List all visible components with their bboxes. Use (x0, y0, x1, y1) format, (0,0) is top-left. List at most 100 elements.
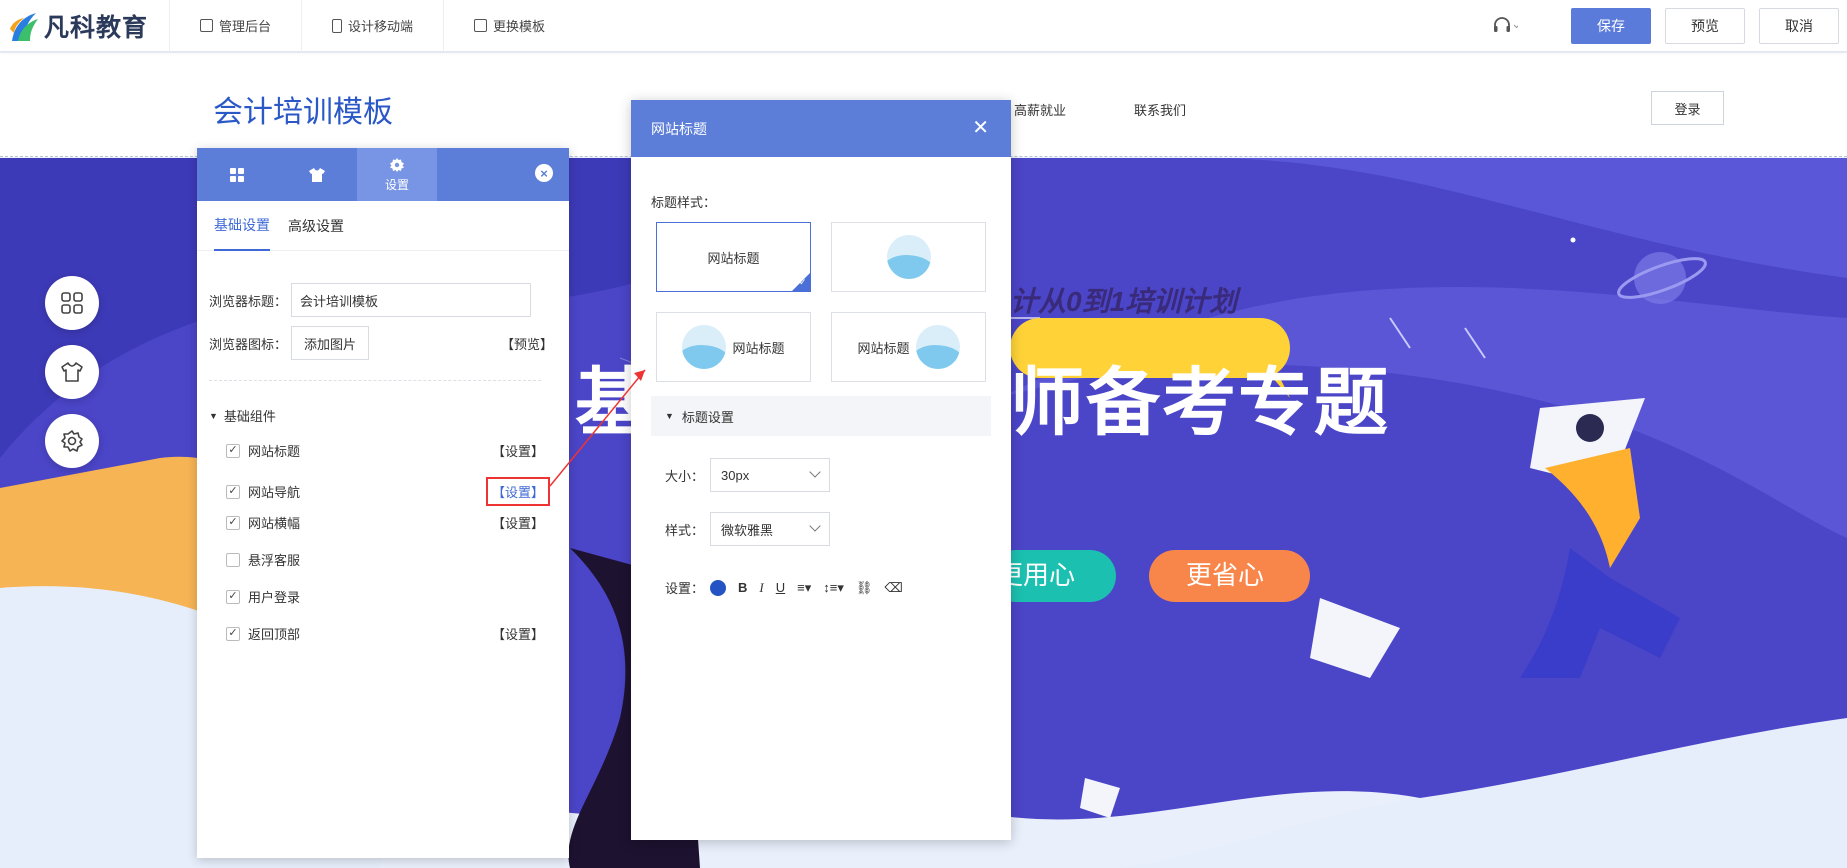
font-value: 微软雅黑 (721, 522, 774, 538)
chevron-down-icon (809, 466, 821, 478)
title-style-text-only[interactable]: 网站标题 (656, 222, 811, 292)
italic-icon[interactable]: I (759, 580, 763, 596)
headset-svg (1494, 16, 1518, 32)
line-height-dropdown-icon[interactable]: ↕≡▾ (823, 580, 844, 596)
underline-icon[interactable]: U (776, 580, 785, 595)
format-label: 设置： (665, 581, 705, 596)
checkbox-user-login[interactable]: ✓ (226, 589, 240, 604)
group-basic-components[interactable]: ▼ 基础组件 (209, 406, 276, 425)
panel-tabs: 设置 × (197, 148, 569, 201)
nav-admin-label: 管理后台 (219, 19, 272, 34)
style-card-label: 网站标题 (857, 340, 910, 356)
link-icon[interactable]: ⛓ (856, 580, 873, 596)
gear-icon (390, 157, 404, 172)
back-to-top-settings-link[interactable]: 【设置】 (492, 624, 544, 643)
checkbox-back-to-top[interactable]: ✓ (226, 626, 240, 641)
component-row-user-login: ✓ 用户登录 (226, 587, 544, 606)
settings-panel: 设置 × 基础设置 高级设置 浏览器标题： 会计培训模板 浏览器图标： 添加图片… (197, 148, 569, 858)
component-row-float-service: 悬浮客服 (226, 550, 544, 569)
align-dropdown-icon[interactable]: ≡▾ (797, 580, 811, 596)
nav-change-template[interactable]: 更换模板 (444, 0, 575, 52)
section-title: 标题设置 (681, 409, 734, 425)
size-value: 30px (721, 467, 750, 483)
title-style-label: 标题样式： (651, 195, 717, 210)
panel-close-icon[interactable]: × (535, 164, 553, 182)
bold-icon[interactable]: B (738, 580, 747, 595)
browser-title-input[interactable]: 会计培训模板 (291, 283, 532, 317)
icon-preview-link[interactable]: 【预览】 (501, 334, 553, 353)
selected-check-icon (792, 273, 810, 291)
title-style-logo-left[interactable]: 网站标题 (656, 312, 811, 382)
checkbox-site-banner[interactable]: ✓ (226, 515, 240, 530)
preview-button[interactable]: 预览 (1665, 7, 1745, 44)
size-select[interactable]: 30px (710, 458, 831, 492)
logo-placeholder-icon (886, 235, 931, 279)
panel-tab-components[interactable] (197, 148, 277, 201)
checkbox-site-nav[interactable]: ✓ (226, 484, 240, 499)
gear-icon (61, 430, 83, 452)
style-card-label: 网站标题 (732, 340, 785, 356)
size-label: 大小： (665, 468, 705, 484)
panel-tab-theme[interactable] (277, 148, 357, 201)
checkbox-site-title[interactable]: ✓ (226, 443, 240, 458)
dialog-title: 网站标题 (651, 120, 707, 137)
component-row-site-nav: ✓ 网站导航 【设置】 (226, 477, 550, 506)
caret-down-icon: ▼ (665, 411, 674, 421)
cancel-button[interactable]: 取消 (1759, 7, 1839, 44)
banner-tagline: 计从0到1培训计划 (1010, 286, 1238, 317)
add-image-button[interactable]: 添加图片 (291, 326, 370, 360)
component-label: 悬浮客服 (248, 553, 301, 568)
nav-admin[interactable]: 管理后台 (170, 0, 303, 52)
logo-placeholder-icon (915, 325, 960, 369)
site-banner-settings-link[interactable]: 【设置】 (492, 513, 544, 532)
site-title-settings-link[interactable]: 【设置】 (492, 441, 544, 460)
logo-text: 凡科教育 (44, 13, 149, 42)
title-style-logo-right[interactable]: 网站标题 (831, 312, 986, 382)
nav-mobile-label: 设计移动端 (348, 19, 414, 34)
shirt-icon (61, 362, 83, 382)
component-row-site-banner: ✓ 网站横幅 【设置】 (226, 513, 544, 532)
component-row-site-title: ✓ 网站标题 【设置】 (226, 441, 544, 460)
top-toolbar: 凡科教育 管理后台 设计移动端 更换模板 保存 预览 取消 (0, 0, 1847, 52)
component-label: 网站横幅 (248, 516, 301, 531)
components-tool-button[interactable] (45, 276, 99, 330)
banner-pill-2[interactable]: 更省心 (1186, 555, 1264, 592)
site-nav-settings-link[interactable]: 【设置】 (485, 477, 550, 506)
checkbox-float-service[interactable] (226, 552, 240, 567)
logo: 凡科教育 (0, 0, 170, 52)
eraser-icon[interactable]: ⌫ (884, 580, 902, 596)
chevron-down-icon (809, 520, 821, 532)
subtab-basic[interactable]: 基础设置 (214, 201, 270, 251)
browser-title-label: 浏览器标题： (209, 293, 288, 309)
component-label: 用户登录 (248, 590, 301, 605)
grid-icon (61, 292, 83, 314)
font-color-picker[interactable] (710, 579, 727, 596)
site-title[interactable]: 会计培训模板 (213, 87, 393, 131)
title-settings-section[interactable]: ▼ 标题设置 (651, 396, 991, 436)
nav-mobile-design[interactable]: 设计移动端 (302, 0, 445, 52)
theme-tool-button[interactable] (45, 345, 99, 399)
headset-icon[interactable] (1485, 16, 1525, 36)
site-nav-item-contact[interactable]: 联系我们 (1134, 100, 1186, 119)
font-select[interactable]: 微软雅黑 (710, 512, 831, 546)
site-login-button[interactable]: 登录 (1651, 91, 1724, 125)
nav-template-label: 更换模板 (493, 19, 546, 34)
logo-placeholder-icon (682, 325, 727, 369)
title-style-logo-only[interactable] (831, 222, 986, 292)
subtab-advanced[interactable]: 高级设置 (288, 201, 344, 251)
font-label: 样式： (665, 522, 705, 538)
site-nav-item-jobs[interactable]: 高薪就业 (1014, 100, 1066, 119)
template-icon (474, 19, 488, 32)
save-button[interactable]: 保存 (1571, 7, 1651, 44)
close-icon[interactable]: ✕ (972, 118, 989, 138)
component-label: 网站标题 (248, 444, 301, 459)
settings-tool-button[interactable] (45, 414, 99, 468)
component-row-back-to-top: ✓ 返回顶部 【设置】 (226, 624, 544, 643)
panel-tab-settings[interactable]: 设置 (357, 148, 437, 201)
mobile-icon (332, 18, 343, 33)
logo-icon (10, 12, 38, 41)
shirt-icon (309, 167, 325, 182)
caret-down-icon: ▼ (209, 410, 218, 421)
site-title-dialog: 网站标题 ✕ 标题样式： 网站标题 网站标题 网站标题 ▼ 标题设置 大小： 3… (631, 100, 1011, 840)
browser-icon-label: 浏览器图标： (209, 336, 288, 352)
